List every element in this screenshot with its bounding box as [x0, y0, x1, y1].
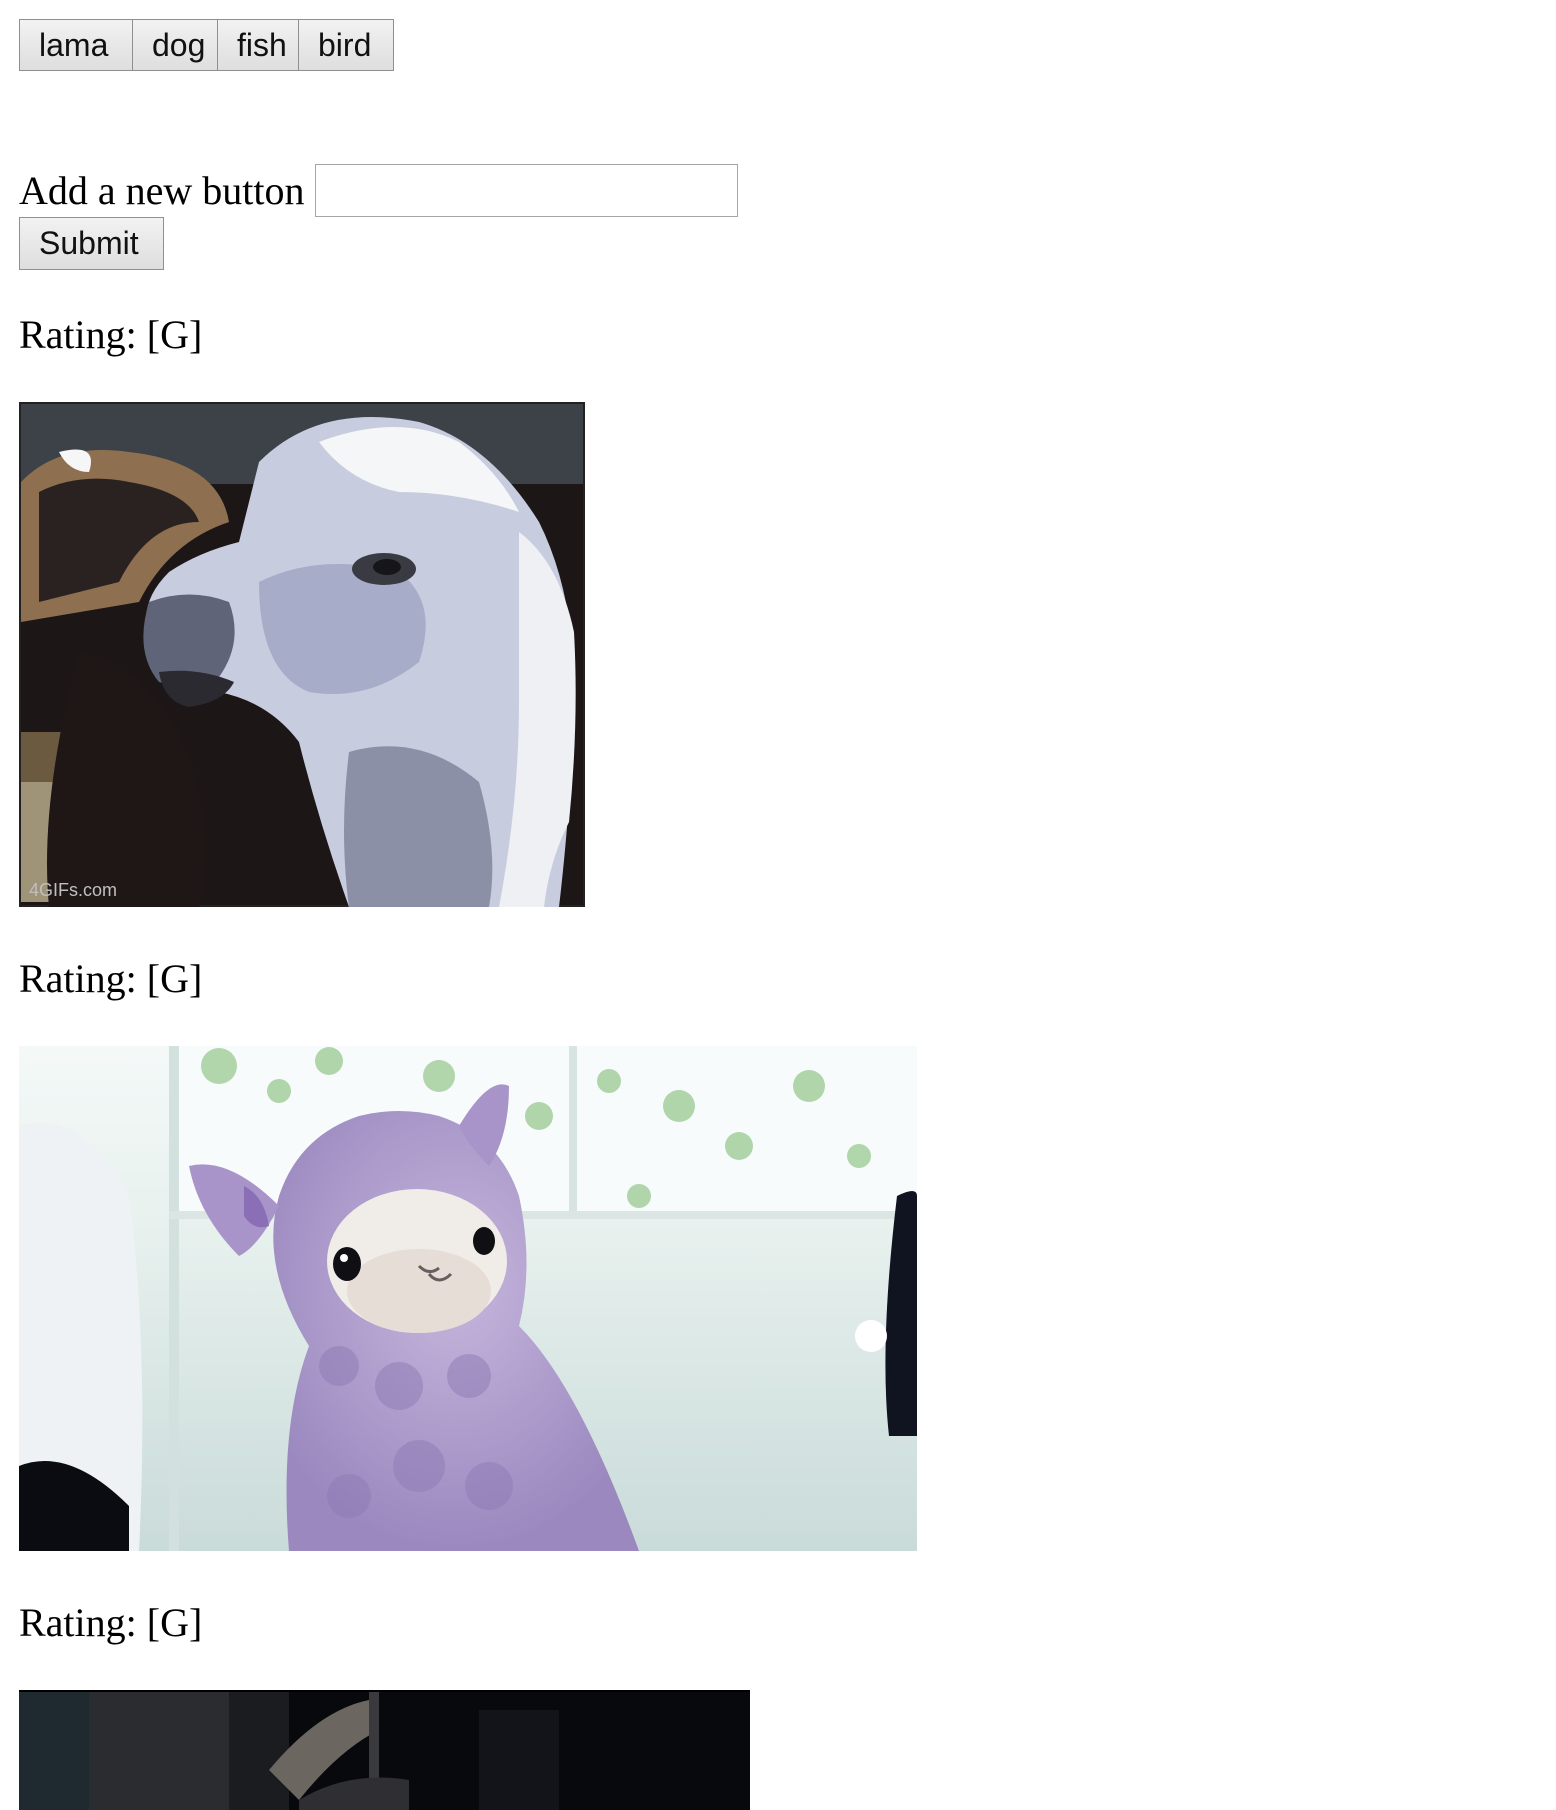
new-button-input[interactable] [314, 164, 738, 217]
rating-label: Rating: [G] [19, 956, 203, 1001]
gif-result: Rating: [G] [19, 1599, 1519, 1810]
rating-label: Rating: [G] [19, 1600, 203, 1645]
add-button-label: Add a new button [19, 168, 305, 213]
topic-button-bar: lama dog fish bird [19, 19, 1519, 71]
llama-image: 4GIFs.com [19, 402, 585, 907]
topic-button-lama[interactable]: lama [19, 19, 133, 71]
add-button-form: Add a new button [19, 164, 1519, 217]
watermark-text: 4GIFs.com [29, 880, 117, 900]
gif-image[interactable]: 4GIFs.com [19, 402, 585, 907]
gif-result: Rating: [G] [19, 955, 1519, 1551]
topic-button-bird[interactable]: bird [298, 19, 394, 71]
submit-button[interactable]: Submit [19, 217, 164, 270]
plush-alpaca-image [19, 1046, 917, 1551]
dark-scene-image [19, 1690, 750, 1810]
rating-label: Rating: [G] [19, 312, 203, 357]
gif-image[interactable] [19, 1046, 917, 1551]
giphy-app: lama dog fish bird Add a new button Subm… [19, 19, 1519, 1810]
topic-button-dog[interactable]: dog [132, 19, 218, 71]
gif-image[interactable] [19, 1690, 750, 1810]
topic-button-fish[interactable]: fish [217, 19, 299, 71]
gif-result: Rating: [G] [19, 311, 1519, 907]
